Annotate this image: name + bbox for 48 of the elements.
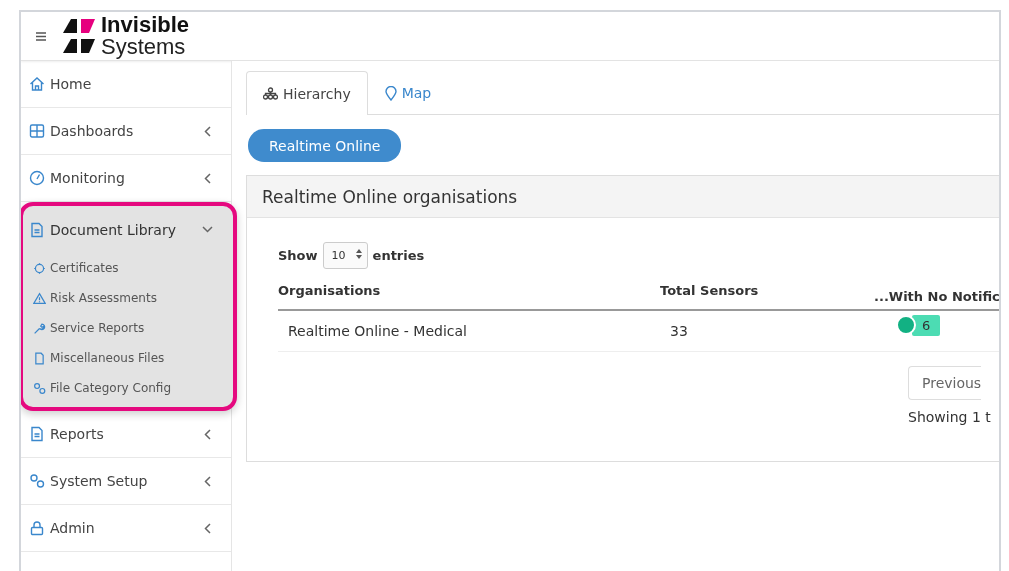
table-cell-text: Realtime Online - Medical	[287, 323, 468, 339]
chevron-icon	[204, 522, 211, 534]
column-header[interactable]: Organisations	[278, 283, 660, 309]
spinner-arrows-icon	[355, 249, 362, 259]
file-icon	[33, 351, 46, 365]
home-icon	[29, 76, 45, 92]
chevron-icon	[204, 428, 211, 440]
column-header[interactable]: Total Sensors	[660, 283, 874, 309]
document-icon	[29, 426, 45, 442]
submenu-item[interactable]: Service Reports	[23, 313, 233, 343]
chevron-icon	[204, 172, 211, 184]
sidebar-item[interactable]: Home	[21, 61, 231, 108]
submenu-item[interactable]: Miscellaneous Files	[23, 343, 233, 373]
submenu-item[interactable]: File Category Config	[23, 373, 233, 403]
previous-button[interactable]: Previous	[908, 366, 982, 400]
chevron-icon	[202, 226, 213, 233]
entries-label: entries	[372, 248, 425, 263]
show-label: Show	[278, 248, 318, 263]
count-badge: 6	[912, 314, 941, 336]
sidebar-item[interactable]: Dashboards	[21, 108, 231, 155]
sidebar-item[interactable]: Admin	[21, 505, 231, 552]
tab[interactable]: Map	[367, 71, 449, 114]
map-pin-icon	[384, 85, 397, 101]
submenu-item[interactable]: Certificates	[23, 253, 233, 283]
logo-name: Systems	[101, 36, 187, 58]
sidebar-item[interactable]: Document Library	[23, 206, 233, 253]
chevron-icon	[204, 125, 211, 137]
gauge-icon	[29, 170, 45, 186]
gear-icon	[33, 261, 46, 275]
realtime-online-button[interactable]: Realtime Online	[248, 129, 402, 162]
menu-icon[interactable]	[35, 31, 47, 41]
sidebar-item[interactable]: Reports	[21, 411, 231, 458]
tab[interactable]: Hierarchy	[246, 71, 368, 115]
logo-name: Invisible	[101, 14, 190, 36]
hierarchy-icon	[263, 87, 278, 100]
panel-title: Realtime Online organisations	[247, 176, 999, 218]
column-header[interactable]: ...With No Notific	[874, 283, 999, 309]
chevron-icon	[204, 475, 211, 487]
pagination-info: Showing 1 t	[908, 409, 991, 425]
submenu-item[interactable]: Risk Assessments	[23, 283, 233, 313]
page-size-select[interactable]: 10	[322, 242, 368, 269]
sidebar-item[interactable]: System Setup	[21, 458, 231, 505]
grid-icon	[29, 123, 45, 139]
lock-icon	[29, 520, 45, 536]
logo-icon	[63, 17, 97, 55]
table-cell-text: 33	[669, 323, 689, 339]
document-icon	[29, 221, 45, 238]
warning-icon	[33, 291, 46, 305]
